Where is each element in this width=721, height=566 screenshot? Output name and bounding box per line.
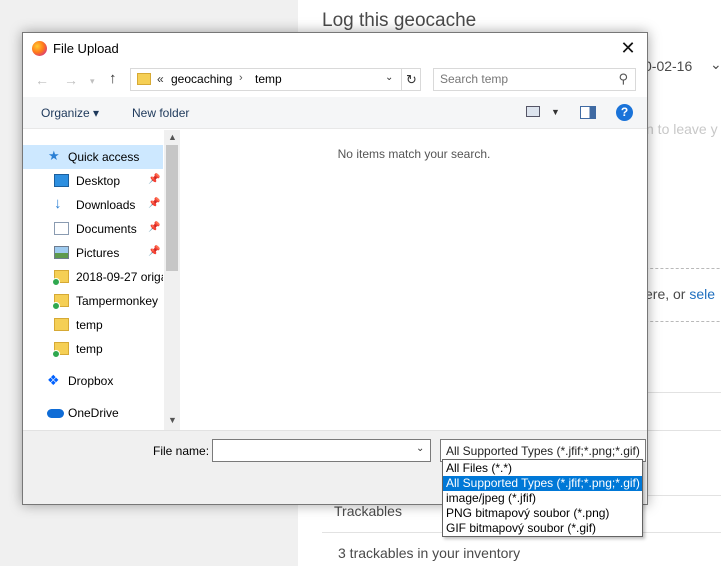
navigation-scrollbar[interactable]: ▲ ▼: [164, 130, 180, 430]
drop-zone-text: ere, or sele: [645, 286, 715, 302]
recent-locations-chevron-icon[interactable]: ▾: [90, 76, 95, 87]
nav-item-label: temp: [76, 318, 103, 332]
file-type-option-jpeg[interactable]: image/jpeg (*.jfif): [443, 491, 642, 506]
close-button[interactable]: ✕: [617, 37, 639, 59]
pin-icon: 📌: [148, 222, 161, 233]
nav-item-quick-access[interactable]: ★ Quick access: [23, 145, 163, 169]
firefox-icon: [32, 41, 47, 56]
chevron-down-icon[interactable]: ⌄: [385, 72, 393, 83]
chevron-down-icon[interactable]: ⌄: [416, 443, 424, 454]
file-type-option-gif[interactable]: GIF bitmapový soubor (*.gif): [443, 521, 642, 536]
nav-item-temp-synced[interactable]: temp: [23, 337, 163, 361]
documents-icon: [54, 222, 69, 235]
file-upload-dialog: File Upload ✕ ← → ▾ ↑ « geocaching › tem…: [22, 32, 648, 505]
folder-sync-icon: [52, 270, 69, 286]
nav-item-folder-2018-09-27[interactable]: 2018-09-27 origa: [23, 265, 163, 289]
forward-arrow-icon[interactable]: →: [64, 72, 78, 88]
breadcrumb-segment-geocaching[interactable]: geocaching: [171, 72, 232, 86]
nav-item-documents[interactable]: Documents 📌: [23, 217, 163, 241]
dropbox-icon: ❖: [47, 372, 60, 388]
nav-item-dropbox[interactable]: ❖ Dropbox: [23, 369, 163, 393]
nav-item-label: OneDrive: [68, 406, 119, 420]
file-type-dropdown-list: All Files (*.*) All Supported Types (*.j…: [442, 459, 643, 537]
nav-item-onedrive[interactable]: OneDrive: [23, 401, 163, 425]
view-options-icon[interactable]: [526, 106, 540, 117]
file-list-area[interactable]: No items match your search.: [181, 130, 647, 430]
breadcrumb-overflow[interactable]: «: [157, 72, 164, 86]
search-box[interactable]: ⚲: [433, 68, 636, 91]
pictures-icon: [54, 246, 69, 259]
nav-item-pictures[interactable]: Pictures 📌: [23, 241, 163, 265]
folder-sync-icon: [52, 294, 69, 310]
date-field-partial[interactable]: 0-02-16: [644, 58, 692, 74]
pin-icon: 📌: [148, 198, 161, 209]
preview-pane-icon[interactable]: [580, 106, 596, 119]
scrollbar-thumb[interactable]: [166, 145, 178, 271]
inventory-text: 3 trackables in your inventory: [338, 545, 521, 561]
navigation-pane: ★ Quick access Desktop 📌 ↓ Downloads 📌 D…: [23, 130, 180, 430]
dialog-title: File Upload: [53, 41, 119, 56]
nav-item-tampermonkey[interactable]: Tampermonkey: [23, 289, 163, 313]
file-type-selected-value: All Supported Types (*.jfif;*.png;*.gif): [446, 444, 640, 458]
downloads-icon: ↓: [54, 195, 62, 212]
page-title: Log this geocache: [322, 10, 477, 31]
organize-button[interactable]: Organize ▾: [41, 106, 99, 120]
search-icon[interactable]: ⚲: [618, 71, 628, 87]
up-arrow-icon[interactable]: ↑: [109, 70, 117, 87]
nav-item-label: Dropbox: [68, 374, 114, 388]
nav-item-label: 2018-09-27 origa: [76, 270, 163, 284]
desktop-icon: [54, 174, 69, 187]
nav-item-label: Quick access: [68, 150, 140, 164]
breadcrumb-segment-temp[interactable]: temp: [255, 72, 282, 86]
empty-results-message: No items match your search.: [337, 147, 491, 161]
star-icon: ★: [48, 148, 60, 163]
refresh-icon[interactable]: ↻: [401, 69, 421, 90]
folder-icon: [137, 73, 151, 85]
nav-item-temp[interactable]: temp: [23, 313, 163, 337]
pin-icon: 📌: [148, 174, 161, 185]
address-bar-row: ← → ▾ ↑ « geocaching › temp ⌄ ↻ ⚲: [23, 65, 647, 95]
file-type-option-all-files[interactable]: All Files (*.*): [443, 461, 642, 476]
nav-item-label: temp: [76, 342, 103, 356]
scroll-up-icon[interactable]: ▲: [168, 132, 177, 142]
file-type-option-all-supported[interactable]: All Supported Types (*.jfif;*.png;*.gif): [443, 476, 642, 491]
breadcrumb-separator-icon[interactable]: ›: [239, 72, 243, 84]
select-file-link[interactable]: sele: [689, 286, 715, 302]
folder-icon: [54, 318, 69, 331]
dialog-titlebar[interactable]: File Upload ✕: [23, 33, 647, 63]
onedrive-icon: [47, 409, 64, 418]
nav-item-label: Tampermonkey: [76, 294, 159, 308]
breadcrumb[interactable]: « geocaching › temp ⌄ ↻: [130, 68, 421, 91]
back-arrow-icon[interactable]: ←: [35, 72, 49, 88]
chevron-down-icon[interactable]: ▼: [551, 107, 560, 117]
new-folder-button[interactable]: New folder: [132, 106, 189, 120]
pin-icon: 📌: [148, 246, 161, 257]
scroll-down-icon[interactable]: ▼: [168, 415, 177, 425]
file-name-input[interactable]: [212, 439, 431, 462]
log-text-placeholder-partial[interactable]: n to leave y: [646, 121, 718, 137]
drop-zone-text-fragment: ere, or: [645, 286, 690, 302]
chevron-down-icon[interactable]: ⌄: [710, 56, 721, 73]
file-type-option-png[interactable]: PNG bitmapový soubor (*.png): [443, 506, 642, 521]
search-input[interactable]: [440, 72, 610, 86]
nav-item-desktop[interactable]: Desktop 📌: [23, 169, 163, 193]
folder-sync-icon: [52, 342, 69, 358]
nav-item-downloads[interactable]: ↓ Downloads 📌: [23, 193, 163, 217]
help-icon[interactable]: ?: [616, 104, 633, 121]
trackables-heading: Trackables: [334, 503, 402, 519]
file-name-label: File name:: [153, 444, 210, 458]
dialog-toolbar: Organize ▾ New folder ▼ ?: [23, 97, 647, 129]
